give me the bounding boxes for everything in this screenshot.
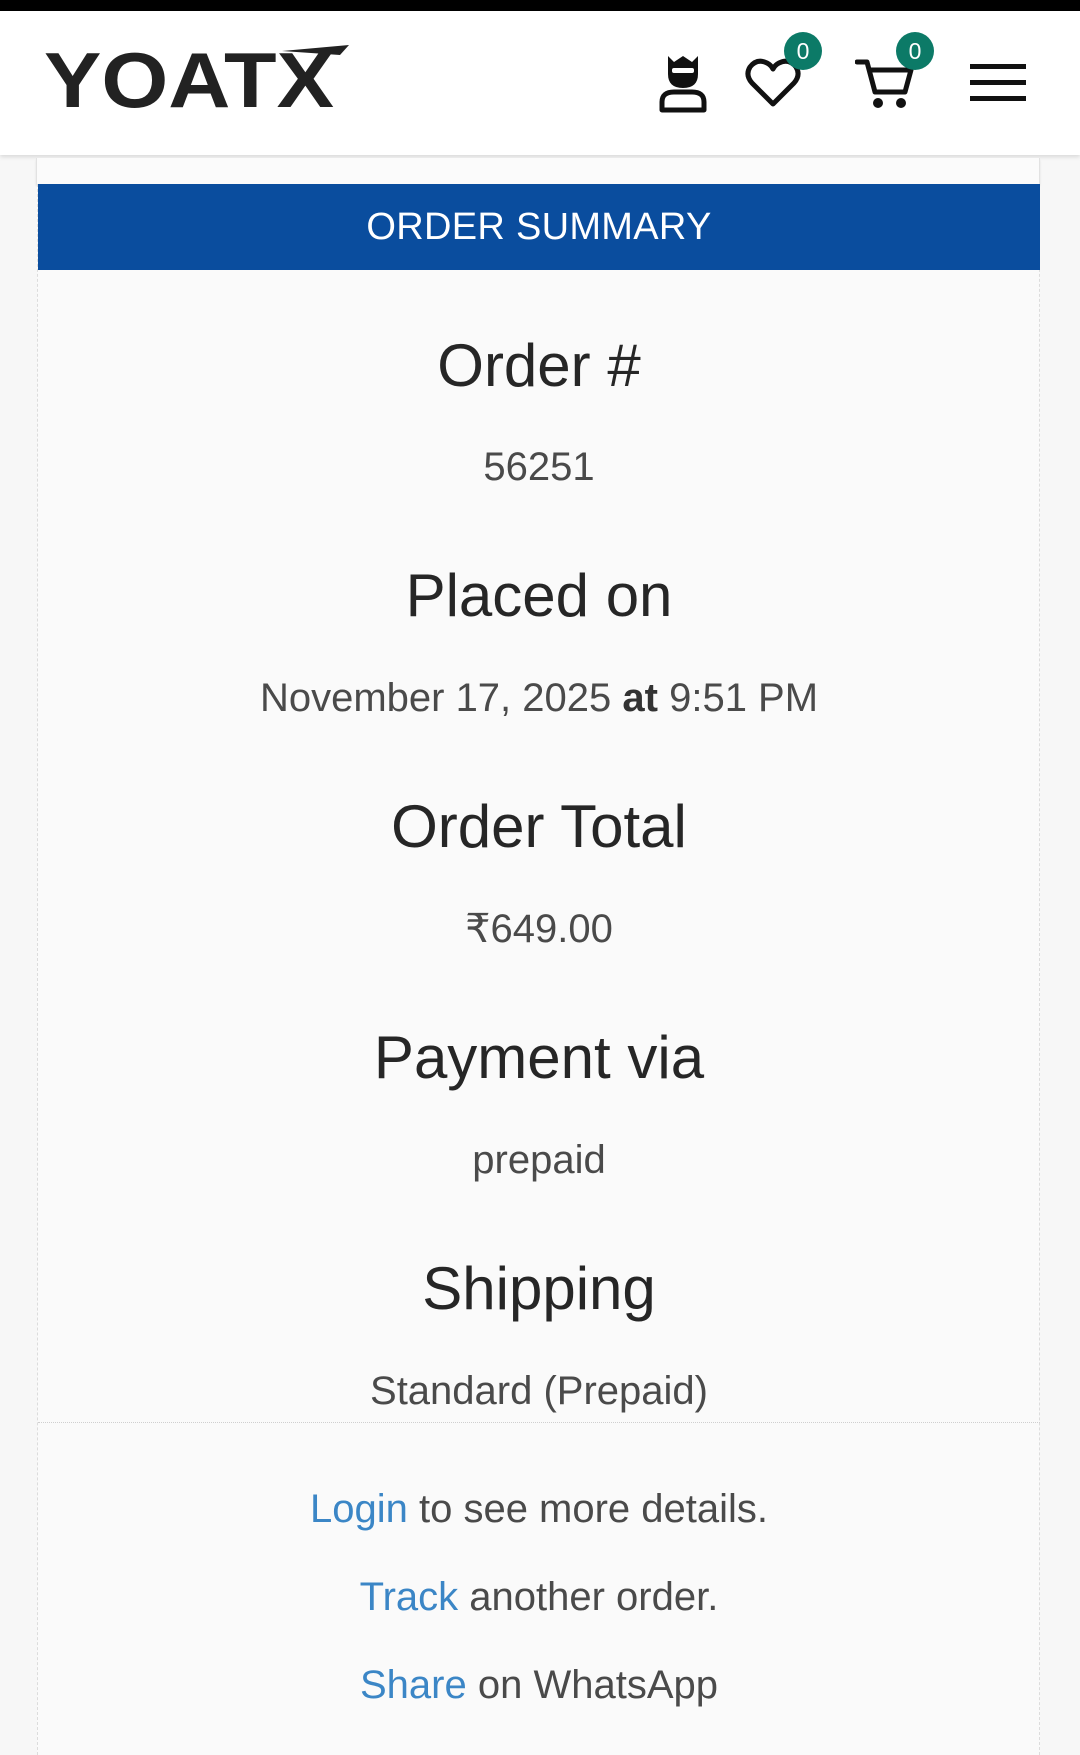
login-line-text: to see more details. — [418, 1487, 769, 1531]
card-top-edge — [36, 158, 1040, 184]
share-whatsapp-link[interactable]: Share — [360, 1663, 467, 1707]
section-divider — [38, 1422, 1040, 1423]
share-line-text: on WhatsApp — [477, 1663, 718, 1707]
site-header: YOATX 0 0 — [0, 11, 1080, 155]
placed-on-label: Placed on — [405, 562, 673, 629]
placed-time: 9:51 PM — [669, 676, 819, 720]
share-line: Share on WhatsApp — [38, 1660, 1040, 1710]
track-line-text: another order. — [469, 1575, 719, 1619]
payment-value: prepaid — [472, 1138, 606, 1182]
svg-text:YOATX: YOATX — [44, 36, 334, 124]
track-line: Track another order. — [38, 1572, 1040, 1622]
placed-on-value: November 17, 2025 at 9:51 PM — [38, 673, 1040, 723]
login-line: Login to see more details. — [38, 1484, 1040, 1534]
status-strip — [0, 0, 1080, 11]
menu-icon — [970, 64, 1026, 101]
shipping-value: Standard (Prepaid) — [370, 1369, 708, 1413]
user-icon — [659, 56, 707, 113]
order-number-value: 56251 — [483, 445, 595, 489]
cart-count-badge: 0 — [896, 32, 934, 70]
shipping-label: Shipping — [422, 1255, 656, 1322]
cart-button[interactable]: 0 — [850, 11, 934, 155]
wishlist-button[interactable]: 0 — [738, 11, 822, 155]
brand-logo-mark: YOATX — [44, 36, 349, 124]
payment-label: Payment via — [373, 1024, 705, 1091]
placed-date: November 17, 2025 — [259, 676, 612, 720]
order-number-label: Order # — [437, 332, 641, 399]
order-summary-title: ORDER SUMMARY — [38, 184, 1040, 270]
brand-logo[interactable]: YOATX — [44, 35, 354, 125]
track-order-link[interactable]: Track — [360, 1575, 459, 1619]
wishlist-count-badge: 0 — [784, 32, 822, 70]
order-total-label: Order Total — [391, 793, 687, 860]
menu-button[interactable] — [966, 11, 1030, 155]
login-link[interactable]: Login — [310, 1487, 408, 1531]
account-button[interactable] — [650, 11, 716, 155]
order-total-value: ₹649.00 — [465, 907, 613, 951]
placed-at-word: at — [622, 676, 658, 720]
